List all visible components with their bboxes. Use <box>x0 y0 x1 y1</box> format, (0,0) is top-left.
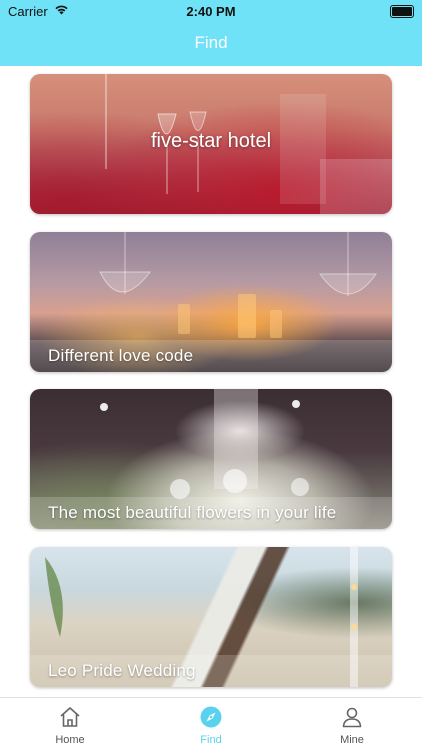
tab-find[interactable]: Find <box>141 698 281 750</box>
card-caption: five-star hotel <box>150 130 272 152</box>
card-caption: The most beautiful flowers in your life <box>48 503 337 522</box>
tab-label: Home <box>55 734 85 746</box>
card-different-love-code[interactable]: Different love code <box>30 232 392 372</box>
tab-label: Mine <box>340 734 364 746</box>
card-five-star-hotel[interactable]: five-star hotel <box>30 74 392 214</box>
person-icon <box>342 707 362 728</box>
tab-mine[interactable]: Mine <box>282 698 422 750</box>
tab-home[interactable]: Home <box>0 698 140 750</box>
home-icon <box>60 707 80 727</box>
card-caption: Different love code <box>48 346 194 365</box>
compass-icon <box>200 706 222 728</box>
battery-icon <box>390 5 414 18</box>
card-leo-pride-wedding[interactable]: Leo Pride Wedding <box>30 547 392 687</box>
status-time: 2:40 PM <box>186 4 236 19</box>
tab-label: Find <box>200 734 222 746</box>
tab-bar: Home Find Mine <box>0 697 422 750</box>
status-bar: Carrier 2:40 PM <box>0 0 422 22</box>
card-caption: Leo Pride Wedding <box>48 661 196 680</box>
card-beautiful-flowers[interactable]: The most beautiful flowers in your life <box>30 389 392 529</box>
page-title: Find <box>194 33 228 52</box>
header: Carrier 2:40 PM Find <box>0 0 422 66</box>
